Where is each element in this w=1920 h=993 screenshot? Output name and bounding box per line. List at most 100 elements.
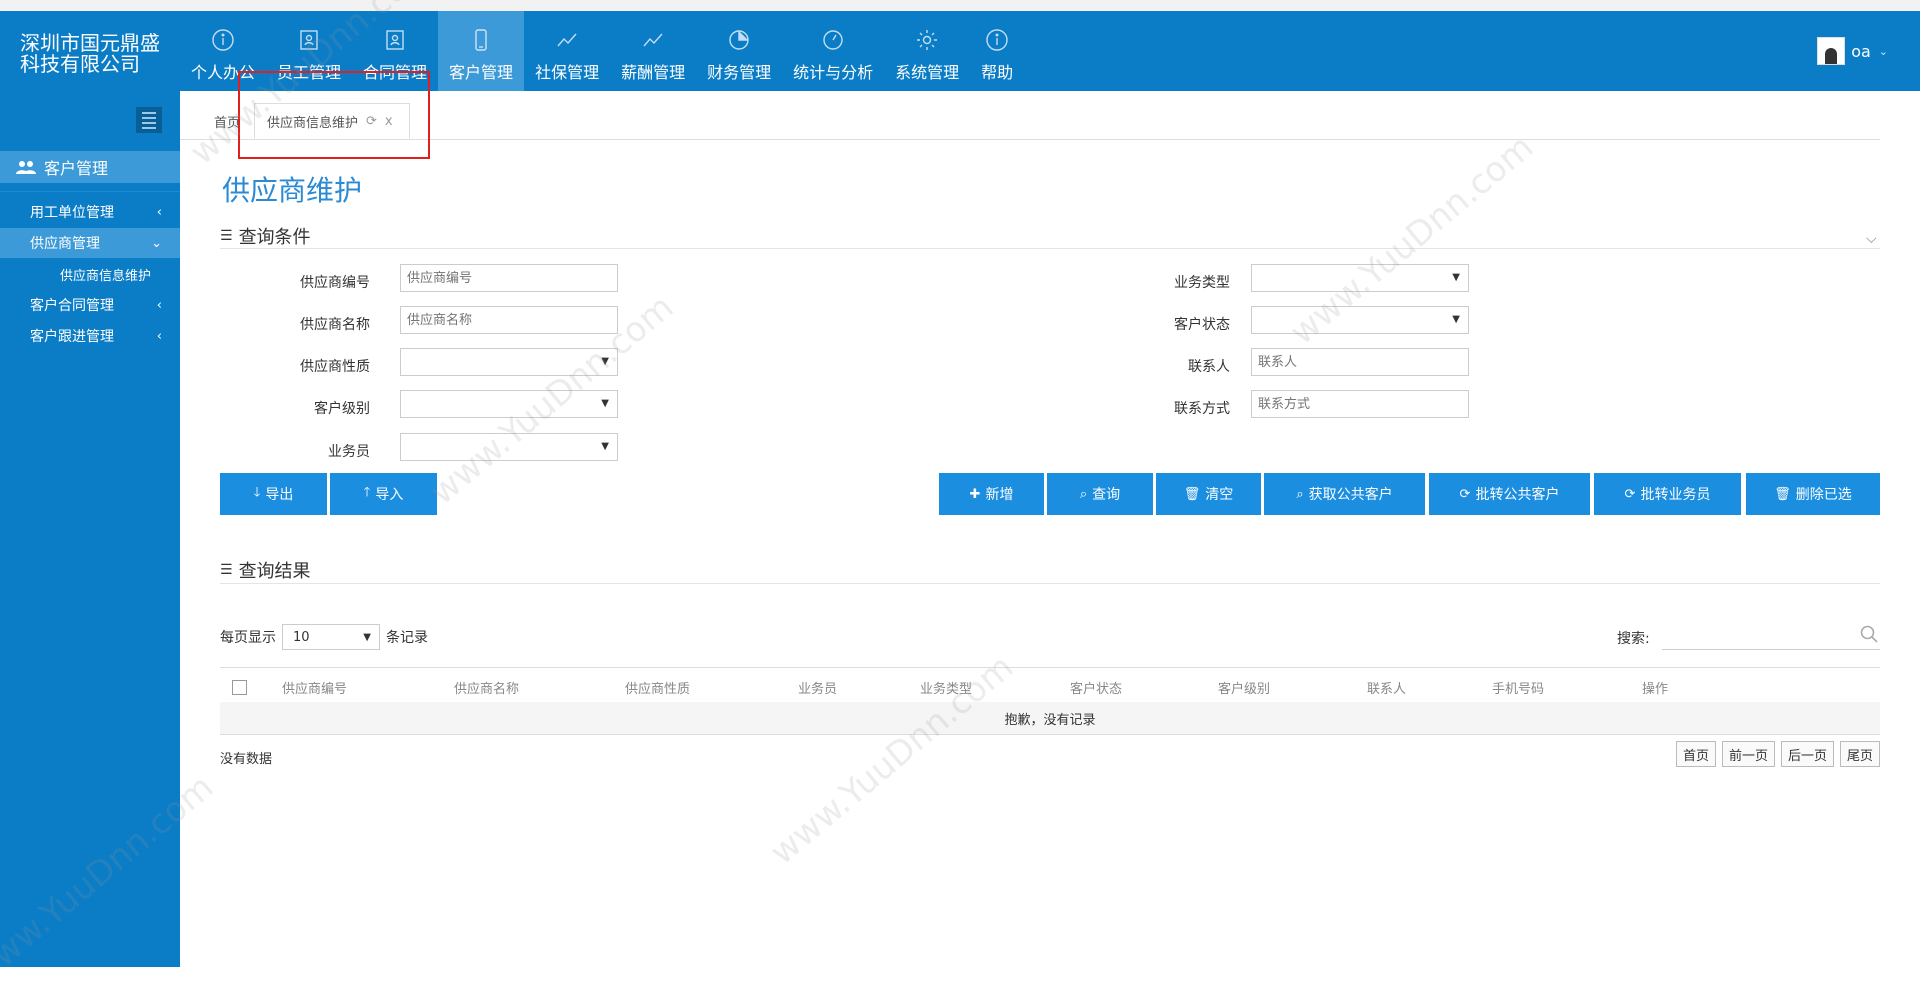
nav-label: 帮助: [981, 63, 1014, 82]
results-section-header: ☰ 查询结果: [220, 557, 311, 583]
nav-label: 系统管理: [895, 63, 960, 82]
supplier-type-select[interactable]: ▼: [400, 348, 618, 376]
sidebar-item-label: 供应商信息维护: [60, 268, 152, 284]
column-header[interactable]: 手机号码: [1492, 678, 1544, 697]
field-label: 客户级别: [314, 401, 370, 417]
company-name-line1: 深圳市国元鼎盛: [20, 31, 160, 55]
nav-statistics[interactable]: 统计与分析: [782, 11, 884, 91]
supplier-code-input[interactable]: [400, 264, 618, 292]
column-header[interactable]: 客户状态: [1070, 678, 1122, 697]
supplier-name-input[interactable]: [400, 306, 618, 334]
page-size-select[interactable]: 10 ▼: [282, 624, 380, 650]
info-icon: [210, 27, 236, 53]
sidebar-divider: [0, 191, 180, 192]
select-value: 10: [293, 629, 310, 645]
empty-table-row: 抱歉，没有记录: [220, 702, 1880, 735]
contact-method-input[interactable]: [1251, 390, 1469, 418]
column-header[interactable]: 业务类型: [920, 678, 972, 697]
nav-help[interactable]: 帮助: [970, 11, 1024, 91]
nav-customer-management[interactable]: 客户管理: [438, 11, 525, 91]
button-label: 导入: [375, 487, 404, 503]
button-label: 删除已选: [1795, 487, 1852, 503]
field-label: 业务员: [328, 444, 370, 460]
field-label: 联系方式: [1174, 401, 1230, 417]
line-chart-icon: [640, 27, 666, 53]
chevron-left-icon: ‹: [156, 328, 162, 344]
avatar: [1817, 37, 1846, 65]
sidebar-heading[interactable]: 客户管理: [0, 151, 180, 183]
sidebar-item-supplier-info[interactable]: 供应商信息维护: [0, 259, 180, 289]
next-page-button[interactable]: 后一页: [1780, 741, 1834, 767]
nav-system-management[interactable]: 系统管理: [884, 11, 970, 91]
get-public-customers-button[interactable]: ⌕ 获取公共客户: [1264, 473, 1425, 515]
first-page-button[interactable]: 首页: [1675, 741, 1716, 767]
line-chart-icon: [554, 27, 580, 53]
column-header[interactable]: 供应商性质: [625, 678, 690, 697]
list-icon: ☰: [220, 228, 233, 244]
plus-icon: ✚: [969, 486, 981, 502]
button-label: 获取公共客户: [1308, 487, 1393, 503]
field-label: 供应商名称: [300, 317, 370, 333]
sidebar-item-supplier-management[interactable]: 供应商管理 ⌄: [0, 228, 180, 258]
customer-level-select[interactable]: ▼: [400, 390, 618, 418]
contact-person-input[interactable]: [1251, 348, 1469, 376]
delete-selected-button[interactable]: 🗑 删除已选: [1746, 473, 1880, 515]
search-input[interactable]: [1662, 619, 1880, 650]
field-label: 业务类型: [1174, 275, 1230, 291]
field-label: 供应商编号: [300, 275, 370, 291]
transfer-public-customers-button[interactable]: ⟳ 批转公共客户: [1429, 473, 1590, 515]
column-header[interactable]: 客户级别: [1218, 678, 1270, 697]
column-header[interactable]: 供应商名称: [454, 678, 519, 697]
customer-status-select[interactable]: ▼: [1251, 306, 1469, 334]
section-title: 查询条件: [238, 227, 311, 248]
pagination: 首页 前一页 后一页 尾页: [1675, 741, 1880, 767]
nav-salary-management[interactable]: 薪酬管理: [610, 11, 696, 91]
caret-down-icon: ▼: [601, 441, 609, 452]
trash-icon: 🗑: [1774, 486, 1791, 502]
export-button[interactable]: 🡓 导出: [220, 473, 327, 515]
transfer-salesperson-button[interactable]: ⟳ 批转业务员: [1594, 473, 1741, 515]
salesperson-select[interactable]: ▼: [400, 433, 618, 461]
column-header[interactable]: 供应商编号: [282, 678, 347, 697]
sidebar-item-employer-units[interactable]: 用工单位管理 ‹: [0, 197, 180, 227]
chevron-down-icon[interactable]: ⌵: [1866, 231, 1877, 247]
nav-finance-management[interactable]: 财务管理: [696, 11, 782, 91]
add-button[interactable]: ✚ 新增: [939, 473, 1044, 515]
prev-page-button[interactable]: 前一页: [1721, 741, 1775, 767]
arrow-up-icon: 🡑: [363, 485, 371, 500]
caret-down-icon: ▼: [1452, 272, 1460, 283]
menu-toggle-icon[interactable]: [136, 107, 162, 133]
business-type-select[interactable]: ▼: [1251, 264, 1469, 292]
person-card-icon: [382, 27, 408, 53]
column-header[interactable]: 业务员: [798, 678, 837, 697]
info-icon: [984, 27, 1010, 53]
select-all-checkbox[interactable]: [232, 680, 247, 695]
nav-social-insurance[interactable]: 社保管理: [524, 11, 610, 91]
last-page-button[interactable]: 尾页: [1839, 741, 1880, 767]
caret-down-icon: ▼: [601, 398, 609, 409]
import-button[interactable]: 🡑 导入: [330, 473, 437, 515]
column-header: 操作: [1642, 682, 1669, 697]
query-button[interactable]: ⌕ 查询: [1047, 473, 1153, 515]
gear-icon: [914, 27, 940, 53]
mobile-icon: [468, 27, 494, 53]
field-label: 供应商性质: [300, 359, 370, 375]
tab-home[interactable]: 首页: [214, 112, 240, 131]
query-section-header: ☰ 查询条件: [220, 223, 311, 249]
main-content: 首页 供应商信息维护 ⟳ x 供应商维护 ☰ 查询条件 ⌵ 供应商编号 供应商名…: [180, 71, 1920, 967]
search-label: 搜索:: [1617, 631, 1650, 647]
refresh-icon: ⟳: [1459, 486, 1471, 502]
sidebar-item-customer-followup[interactable]: 客户跟进管理 ‹: [0, 321, 180, 351]
trash-icon: 🗑: [1183, 486, 1201, 502]
sidebar-item-customer-contracts[interactable]: 客户合同管理 ‹: [0, 290, 180, 320]
clear-button[interactable]: 🗑 清空: [1156, 473, 1261, 515]
column-header[interactable]: 联系人: [1367, 678, 1406, 697]
button-label: 导出: [265, 487, 294, 503]
users-icon: [16, 161, 36, 174]
user-menu[interactable]: oa ⌄: [1817, 37, 1888, 65]
company-name: 深圳市国元鼎盛 科技有限公司: [20, 33, 180, 75]
nav-label: 薪酬管理: [621, 63, 686, 82]
button-label: 批转公共客户: [1475, 487, 1560, 503]
sidebar-item-label: 客户合同管理: [30, 298, 114, 314]
nav-label: 客户管理: [449, 63, 514, 82]
